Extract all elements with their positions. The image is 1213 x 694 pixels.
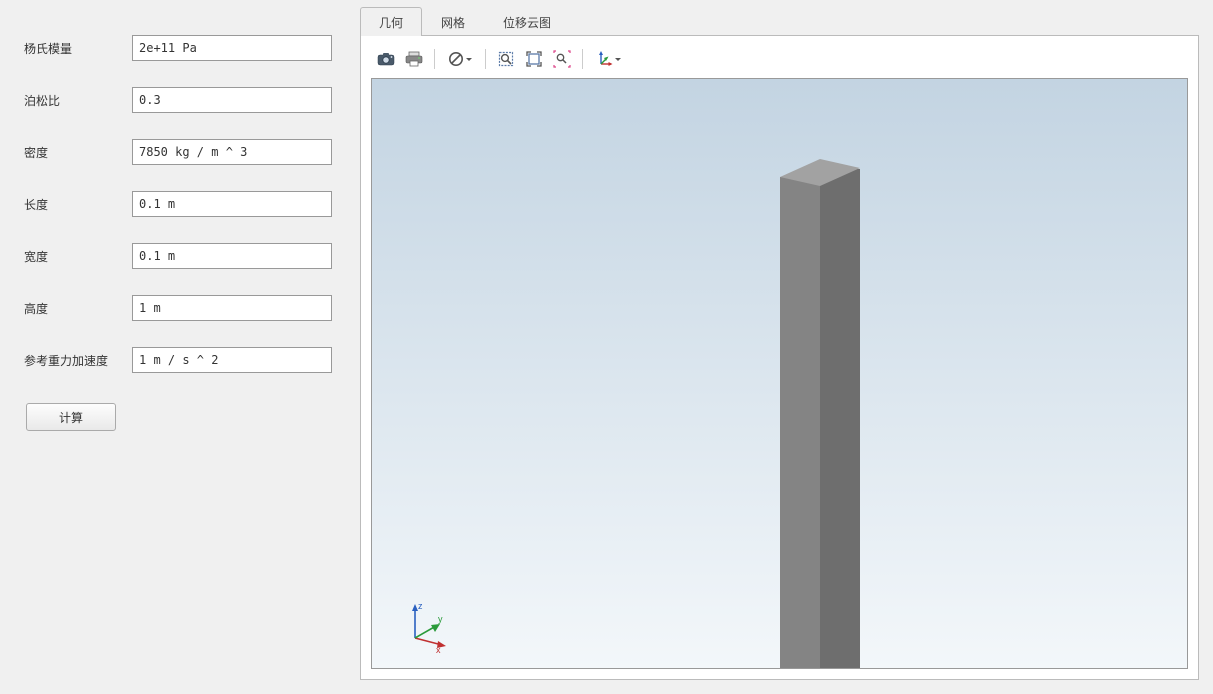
axis-triad-icon (595, 50, 613, 68)
parameters-panel: 杨氏模量 泊松比 密度 长度 宽度 高度 参考重力加速度 计算 (0, 0, 360, 694)
geometry-column (780, 159, 860, 669)
viewport-toolbar (371, 46, 1188, 78)
row-height: 高度 (24, 295, 340, 321)
input-length[interactable] (132, 191, 332, 217)
zoom-box-icon (525, 50, 543, 68)
axis-z-label: z (418, 601, 423, 611)
label-length: 长度 (24, 196, 132, 213)
snapshot-button[interactable] (373, 47, 399, 71)
axis-gizmo: z x y (400, 600, 450, 650)
row-poisson-ratio: 泊松比 (24, 87, 340, 113)
row-youngs-modulus: 杨氏模量 (24, 35, 340, 61)
input-height[interactable] (132, 295, 332, 321)
input-youngs-modulus[interactable] (132, 35, 332, 61)
column-front-face (780, 177, 820, 669)
viewport-3d[interactable]: z x y (371, 78, 1188, 669)
print-button[interactable] (401, 47, 427, 71)
compute-button[interactable]: 计算 (26, 403, 116, 431)
chevron-down-icon (615, 58, 621, 61)
row-gravity: 参考重力加速度 (24, 347, 340, 373)
no-entry-icon (448, 51, 464, 67)
chevron-down-icon (466, 58, 472, 61)
axis-x-label: x (436, 645, 441, 655)
label-gravity: 参考重力加速度 (24, 352, 132, 369)
zoom-selection-button[interactable] (549, 47, 575, 71)
toolbar-separator-3 (582, 49, 583, 69)
transparency-dropdown[interactable] (442, 47, 478, 71)
label-height: 高度 (24, 300, 132, 317)
toolbar-separator-1 (434, 49, 435, 69)
row-length: 长度 (24, 191, 340, 217)
printer-icon (405, 51, 423, 67)
row-density: 密度 (24, 139, 340, 165)
label-youngs-modulus: 杨氏模量 (24, 40, 132, 57)
zoom-box-button[interactable] (521, 47, 547, 71)
label-poisson-ratio: 泊松比 (24, 92, 132, 109)
zoom-selection-icon (553, 50, 571, 68)
tab-mesh[interactable]: 网格 (422, 7, 484, 36)
tab-displacement[interactable]: 位移云图 (484, 7, 570, 36)
zoom-extents-icon (497, 50, 515, 68)
input-poisson-ratio[interactable] (132, 87, 332, 113)
visualization-panel: 几何 网格 位移云图 (360, 0, 1213, 694)
camera-icon (377, 52, 395, 66)
input-width[interactable] (132, 243, 332, 269)
input-gravity[interactable] (132, 347, 332, 373)
input-density[interactable] (132, 139, 332, 165)
toolbar-separator-2 (485, 49, 486, 69)
label-density: 密度 (24, 144, 132, 161)
column-right-face (820, 169, 860, 669)
column-top-face (780, 150, 860, 186)
row-width: 宽度 (24, 243, 340, 269)
view-orientation-dropdown[interactable] (590, 47, 626, 71)
label-width: 宽度 (24, 248, 132, 265)
view-container: z x y (360, 35, 1199, 680)
zoom-extents-button[interactable] (493, 47, 519, 71)
axis-y-label: y (438, 614, 443, 624)
tab-bar: 几何 网格 位移云图 (360, 8, 1199, 36)
tab-geometry[interactable]: 几何 (360, 7, 422, 36)
